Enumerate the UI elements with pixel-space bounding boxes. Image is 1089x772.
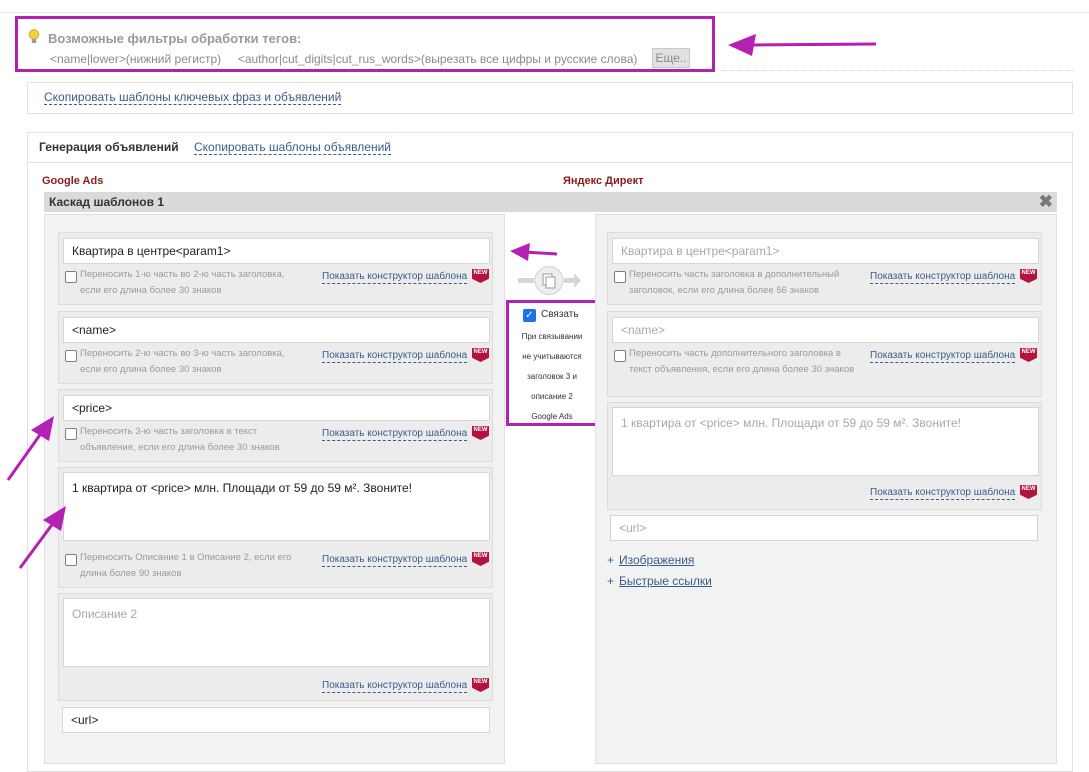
annotation-arrow-icon: [31, 416, 54, 441]
annotation-arrow-icon: [728, 34, 756, 56]
annotation-arrow-icon: [43, 506, 66, 531]
annotation-arrows: [6, 34, 877, 569]
annotation-arrow-icon: [510, 243, 530, 261]
